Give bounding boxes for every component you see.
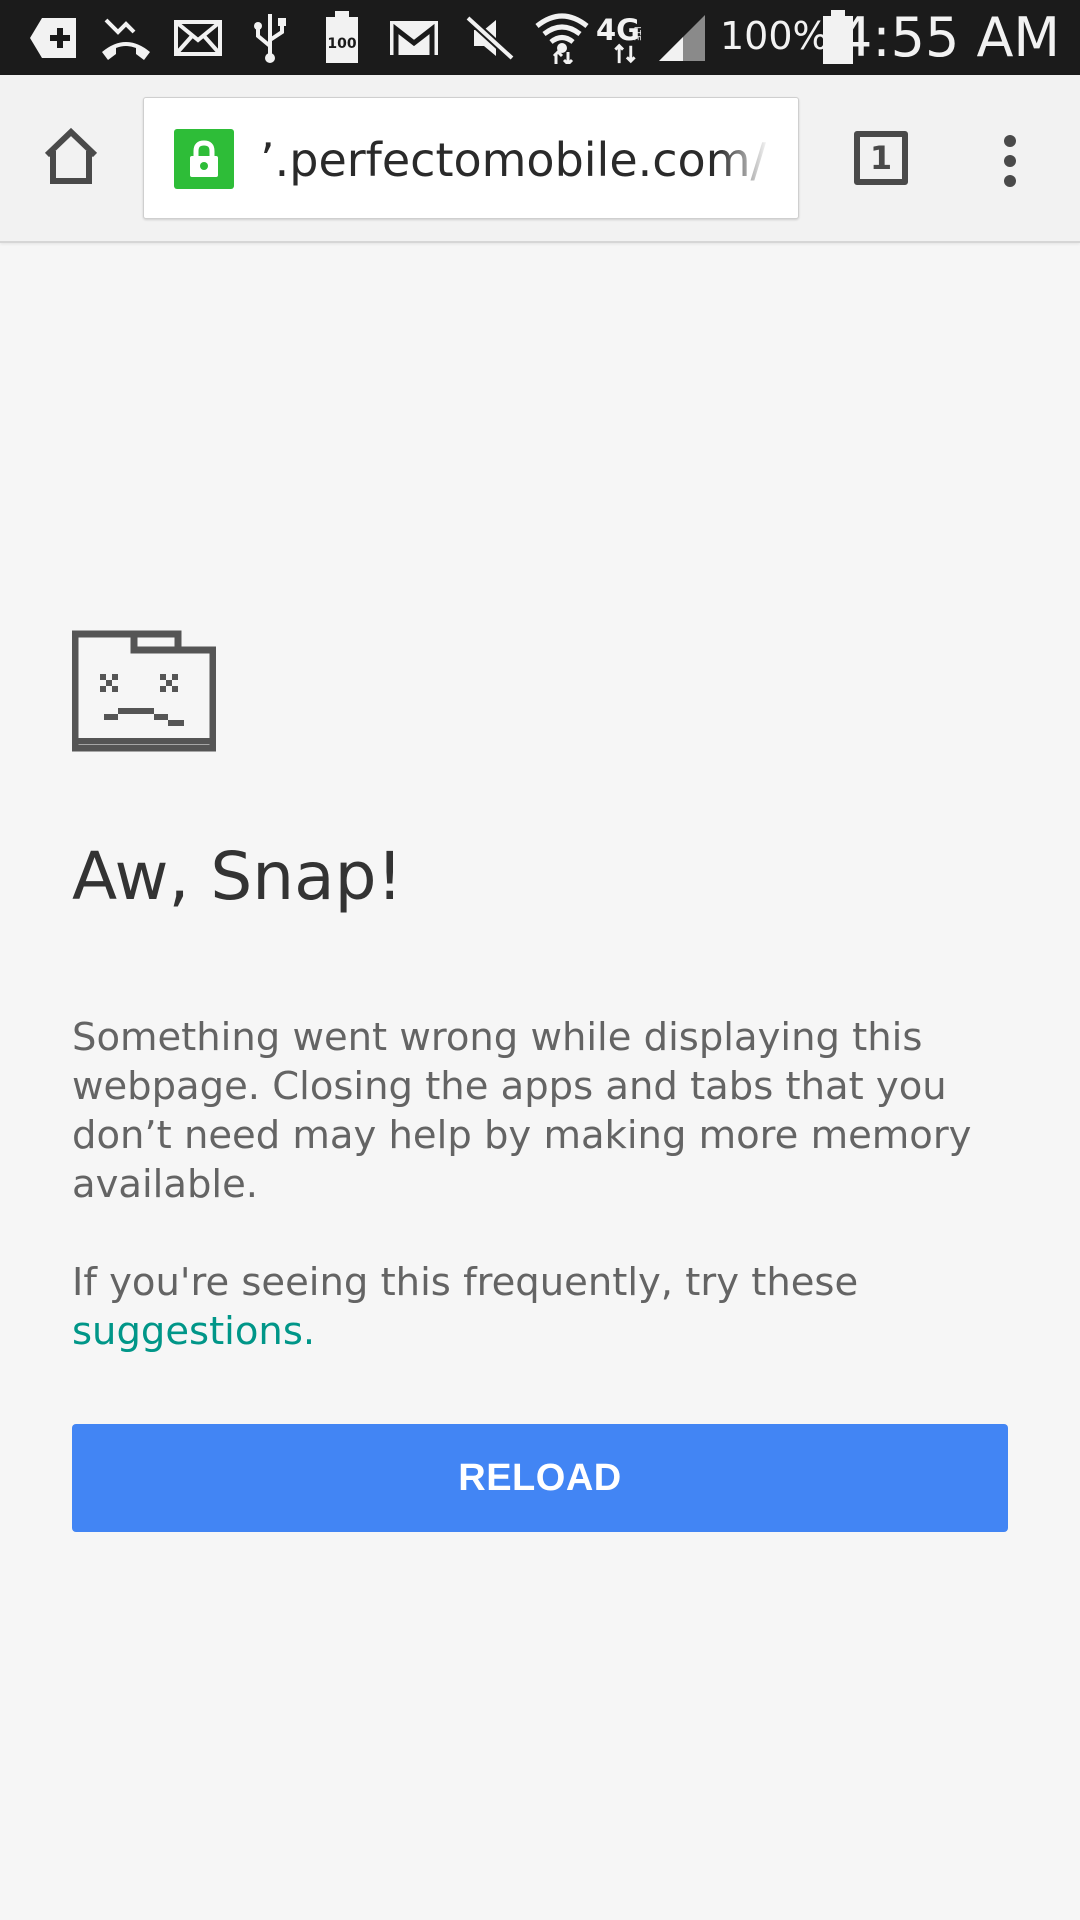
lock-icon [190, 140, 218, 177]
tab-count: 1 [869, 139, 893, 177]
page-title: Aw, Snap! [72, 838, 403, 915]
menu-dot-icon [1004, 175, 1016, 187]
signal-icon [654, 10, 710, 66]
suggestion-prefix: If you're seeing this frequently, try th… [72, 1260, 859, 1305]
home-icon [44, 127, 98, 184]
url-text[interactable]: ’.perfectomobile.com/p [260, 128, 775, 192]
battery-100-icon: 100 [314, 10, 370, 66]
menu-dot-icon [1004, 155, 1016, 167]
email-icon [170, 10, 226, 66]
mute-icon [462, 10, 518, 66]
4g-lte-icon: 4G LTE [596, 10, 652, 66]
browser-toolbar: ’.perfectomobile.com/p 1 [0, 75, 1080, 243]
svg-text:LTE: LTE [632, 26, 642, 40]
reload-button[interactable]: RELOAD [72, 1424, 1008, 1532]
menu-dot-icon [1004, 135, 1016, 147]
clock: 4:55 AM [838, 6, 1060, 69]
url-fade [718, 122, 778, 196]
home-button[interactable] [34, 119, 108, 193]
add-icon [26, 10, 82, 66]
omnibox[interactable]: ’.perfectomobile.com/p [143, 97, 799, 219]
overflow-menu-button[interactable] [990, 131, 1030, 191]
secure-lock-badge[interactable] [174, 129, 234, 189]
suggestion-text: If you're seeing this frequently, try th… [72, 1258, 972, 1356]
wifi-icon [534, 10, 590, 66]
svg-text:100: 100 [327, 36, 356, 52]
status-bar: 100 4G LTE 100% 4:55 AM [0, 0, 1080, 75]
error-message: Something went wrong while displaying th… [72, 1015, 972, 1207]
tab-switcher-button[interactable]: 1 [850, 127, 912, 189]
suggestion-suffix: . [302, 1309, 316, 1354]
sad-tab-icon [71, 630, 217, 757]
usb-icon [242, 10, 298, 66]
gmail-icon [386, 10, 442, 66]
missed-call-icon [98, 10, 154, 66]
suggestions-link[interactable]: suggestions [72, 1309, 303, 1354]
